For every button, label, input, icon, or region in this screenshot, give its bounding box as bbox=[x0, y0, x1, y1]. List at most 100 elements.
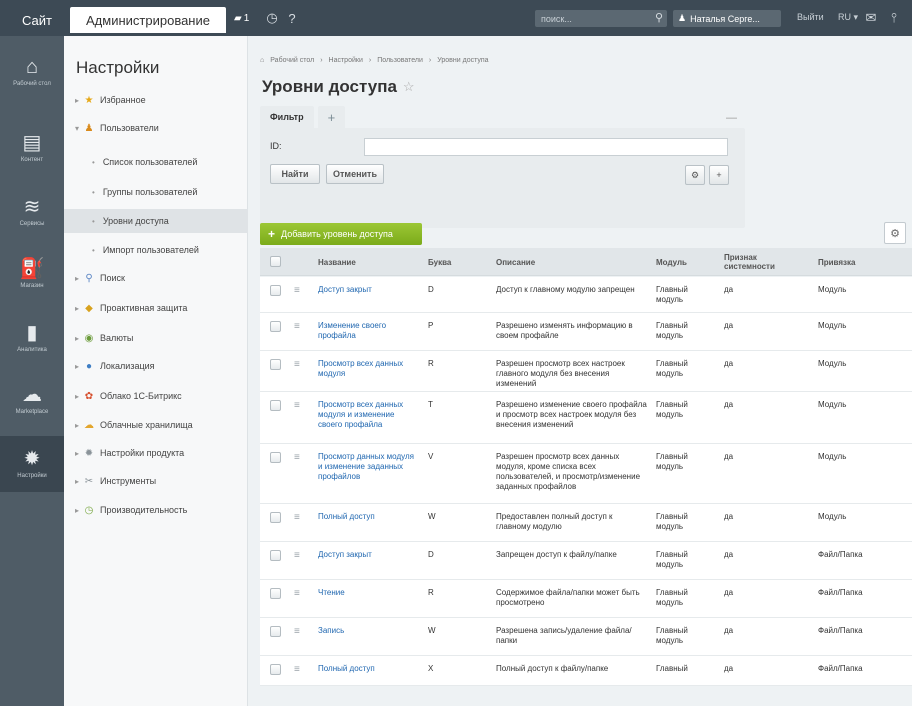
row-checkbox[interactable] bbox=[270, 588, 281, 599]
search-input[interactable]: поиск... ⚲ bbox=[535, 10, 667, 27]
expand-arrow-icon[interactable]: ▸ bbox=[72, 362, 82, 371]
settings-menu-item[interactable]: • Уровни доступа bbox=[64, 209, 248, 233]
row-menu-icon[interactable]: ≡ bbox=[294, 551, 300, 561]
table-row[interactable]: ≡ Просмотр данных модуля и изменение зада… bbox=[260, 444, 912, 504]
cell-name[interactable]: Просмотр всех данных модуля и изменение … bbox=[318, 400, 418, 430]
expand-arrow-icon[interactable]: ▸ bbox=[72, 449, 82, 458]
settings-menu-item[interactable]: ▸ ◆ Проактивная защита bbox=[64, 296, 248, 320]
filter-tab[interactable]: Фильтр bbox=[260, 106, 314, 128]
nav-settings[interactable]: ✹ Настройки bbox=[0, 436, 64, 492]
clock-icon[interactable]: ◷ bbox=[264, 10, 280, 26]
table-row[interactable]: ≡ Доступ закрыт D Доступ к главному модулю … bbox=[260, 277, 912, 313]
settings-menu-item[interactable]: ▸ ✿ Облако 1С-Битрикс bbox=[64, 384, 248, 408]
row-checkbox[interactable] bbox=[270, 550, 281, 561]
settings-menu-item[interactable]: ▸ ● Локализация bbox=[64, 354, 248, 378]
column-header-system[interactable]: Признак системности bbox=[724, 248, 804, 276]
settings-menu-item[interactable]: ▸ ◷ Производительность bbox=[64, 498, 248, 522]
help-icon[interactable]: ? bbox=[284, 10, 300, 26]
expand-arrow-icon[interactable]: ▸ bbox=[72, 334, 82, 343]
column-header-name[interactable]: Название bbox=[318, 248, 418, 276]
site-tab[interactable]: Сайт bbox=[8, 8, 66, 32]
row-checkbox[interactable] bbox=[270, 285, 281, 296]
star-icon[interactable]: ☆ bbox=[403, 79, 415, 95]
filter-add-icon[interactable]: + bbox=[709, 165, 729, 185]
row-checkbox[interactable] bbox=[270, 512, 281, 523]
table-row[interactable]: ≡ Доступ закрыт D Запрещен доступ к файлу/п… bbox=[260, 542, 912, 580]
find-button[interactable]: Найти bbox=[270, 164, 320, 184]
row-checkbox[interactable] bbox=[270, 321, 281, 332]
select-all-checkbox[interactable] bbox=[270, 256, 281, 267]
language-select[interactable]: RU ▾ bbox=[838, 12, 858, 23]
column-header-letter[interactable]: Буква bbox=[428, 248, 488, 276]
settings-menu-item[interactable]: ▸ ✂ Инструменты bbox=[64, 469, 248, 493]
cell-name[interactable]: Полный доступ bbox=[318, 512, 418, 522]
admin-tab[interactable]: Администрирование bbox=[70, 7, 226, 33]
settings-menu-item[interactable]: ▸ ☁ Облачные хранилища bbox=[64, 413, 248, 437]
cell-name[interactable]: Полный доступ bbox=[318, 664, 418, 674]
nav-marketplace[interactable]: ☁ Marketplace bbox=[0, 372, 64, 428]
expand-arrow-icon[interactable]: ▸ bbox=[72, 477, 82, 486]
user-menu[interactable]: ♟ Наталья Серге... bbox=[673, 10, 781, 27]
table-row[interactable]: ≡ Запись W Разрешена запись/удаление файла/… bbox=[260, 618, 912, 656]
nav-desktop[interactable]: ⌂ Рабочий стол bbox=[0, 44, 64, 100]
cell-name[interactable]: Просмотр данных модуля и изменение задан… bbox=[318, 452, 418, 482]
expand-arrow-icon[interactable]: ▸ bbox=[72, 392, 82, 401]
row-menu-icon[interactable]: ≡ bbox=[294, 665, 300, 675]
breadcrumb-home-icon[interactable]: ⌂ bbox=[260, 57, 264, 64]
nav-analytics[interactable]: ▮ Аналитика bbox=[0, 310, 64, 366]
expand-arrow-icon[interactable]: ▸ bbox=[72, 304, 82, 313]
settings-menu-item[interactable]: • Список пользователей bbox=[64, 150, 248, 174]
notifications-button[interactable]: ▰ 1 bbox=[234, 11, 258, 25]
column-header-module[interactable]: Модуль bbox=[656, 248, 716, 276]
pin-icon[interactable]: ⫯ bbox=[886, 10, 902, 26]
table-row[interactable]: ≡ Изменение своего профайла P Разрешено изм… bbox=[260, 313, 912, 351]
table-row[interactable]: ≡ Просмотр всех данных модуля и изменение… bbox=[260, 392, 912, 444]
cell-name[interactable]: Просмотр всех данных модуля bbox=[318, 359, 418, 379]
table-row[interactable]: ≡ Полный доступ W Предоставлен полный досту… bbox=[260, 504, 912, 542]
table-row[interactable]: ≡ Просмотр всех данных модуля R Разрешен пр… bbox=[260, 351, 912, 392]
filter-settings-icon[interactable]: ⚙ bbox=[685, 165, 705, 185]
row-checkbox[interactable] bbox=[270, 400, 281, 411]
breadcrumb-item[interactable]: Настройки bbox=[329, 57, 363, 64]
cell-name[interactable]: Доступ закрыт bbox=[318, 550, 418, 560]
breadcrumb-item[interactable]: Уровни доступа bbox=[437, 57, 488, 64]
row-menu-icon[interactable]: ≡ bbox=[294, 627, 300, 637]
expand-arrow-icon[interactable]: ▾ bbox=[72, 124, 82, 133]
settings-menu-item[interactable]: ▸ ⚲ Поиск bbox=[64, 266, 248, 290]
id-input[interactable] bbox=[364, 138, 728, 156]
nav-content[interactable]: ▤ Контент bbox=[0, 120, 64, 176]
column-header-description[interactable]: Описание bbox=[496, 248, 646, 276]
cell-name[interactable]: Чтение bbox=[318, 588, 418, 598]
row-menu-icon[interactable]: ≡ bbox=[294, 360, 300, 370]
row-menu-icon[interactable]: ≡ bbox=[294, 589, 300, 599]
breadcrumb-item[interactable]: Рабочий стол bbox=[270, 57, 314, 64]
expand-arrow-icon[interactable]: ▸ bbox=[72, 421, 82, 430]
row-menu-icon[interactable]: ≡ bbox=[294, 286, 300, 296]
settings-menu-item[interactable]: • Импорт пользователей bbox=[64, 238, 248, 262]
row-menu-icon[interactable]: ≡ bbox=[294, 513, 300, 523]
row-checkbox[interactable] bbox=[270, 626, 281, 637]
settings-menu-item[interactable]: ▸ ◉ Валюты bbox=[64, 326, 248, 350]
cell-name[interactable]: Изменение своего профайла bbox=[318, 321, 418, 341]
row-menu-icon[interactable]: ≡ bbox=[294, 401, 300, 411]
search-icon[interactable]: ⚲ bbox=[655, 11, 663, 24]
settings-menu-item[interactable]: ▸ ★ Избранное bbox=[64, 88, 248, 112]
settings-menu-item[interactable]: ▾ ♟ Пользователи bbox=[64, 116, 248, 140]
settings-menu-item[interactable]: • Группы пользователей bbox=[64, 180, 248, 204]
column-header-binding[interactable]: Привязка bbox=[818, 248, 898, 276]
expand-arrow-icon[interactable]: ▸ bbox=[72, 274, 82, 283]
row-menu-icon[interactable]: ≡ bbox=[294, 453, 300, 463]
nav-services[interactable]: ≋ Сервисы bbox=[0, 184, 64, 240]
cancel-button[interactable]: Отменить bbox=[326, 164, 384, 184]
row-checkbox[interactable] bbox=[270, 452, 281, 463]
nav-shop[interactable]: ⛽ Магазин bbox=[0, 246, 64, 302]
add-filter-icon[interactable]: + bbox=[317, 106, 346, 128]
settings-menu-item[interactable]: ▸ ✹ Настройки продукта bbox=[64, 441, 248, 465]
table-row[interactable]: ≡ Чтение R Содержимое файла/папки может быт… bbox=[260, 580, 912, 618]
breadcrumb-item[interactable]: Пользователи bbox=[377, 57, 423, 64]
minimize-icon[interactable]: — bbox=[726, 112, 737, 124]
cell-name[interactable]: Доступ закрыт bbox=[318, 285, 418, 295]
add-access-level-button[interactable]: + Добавить уровень доступа bbox=[260, 223, 422, 245]
mail-icon[interactable]: ✉ bbox=[863, 10, 879, 26]
row-checkbox[interactable] bbox=[270, 664, 281, 675]
